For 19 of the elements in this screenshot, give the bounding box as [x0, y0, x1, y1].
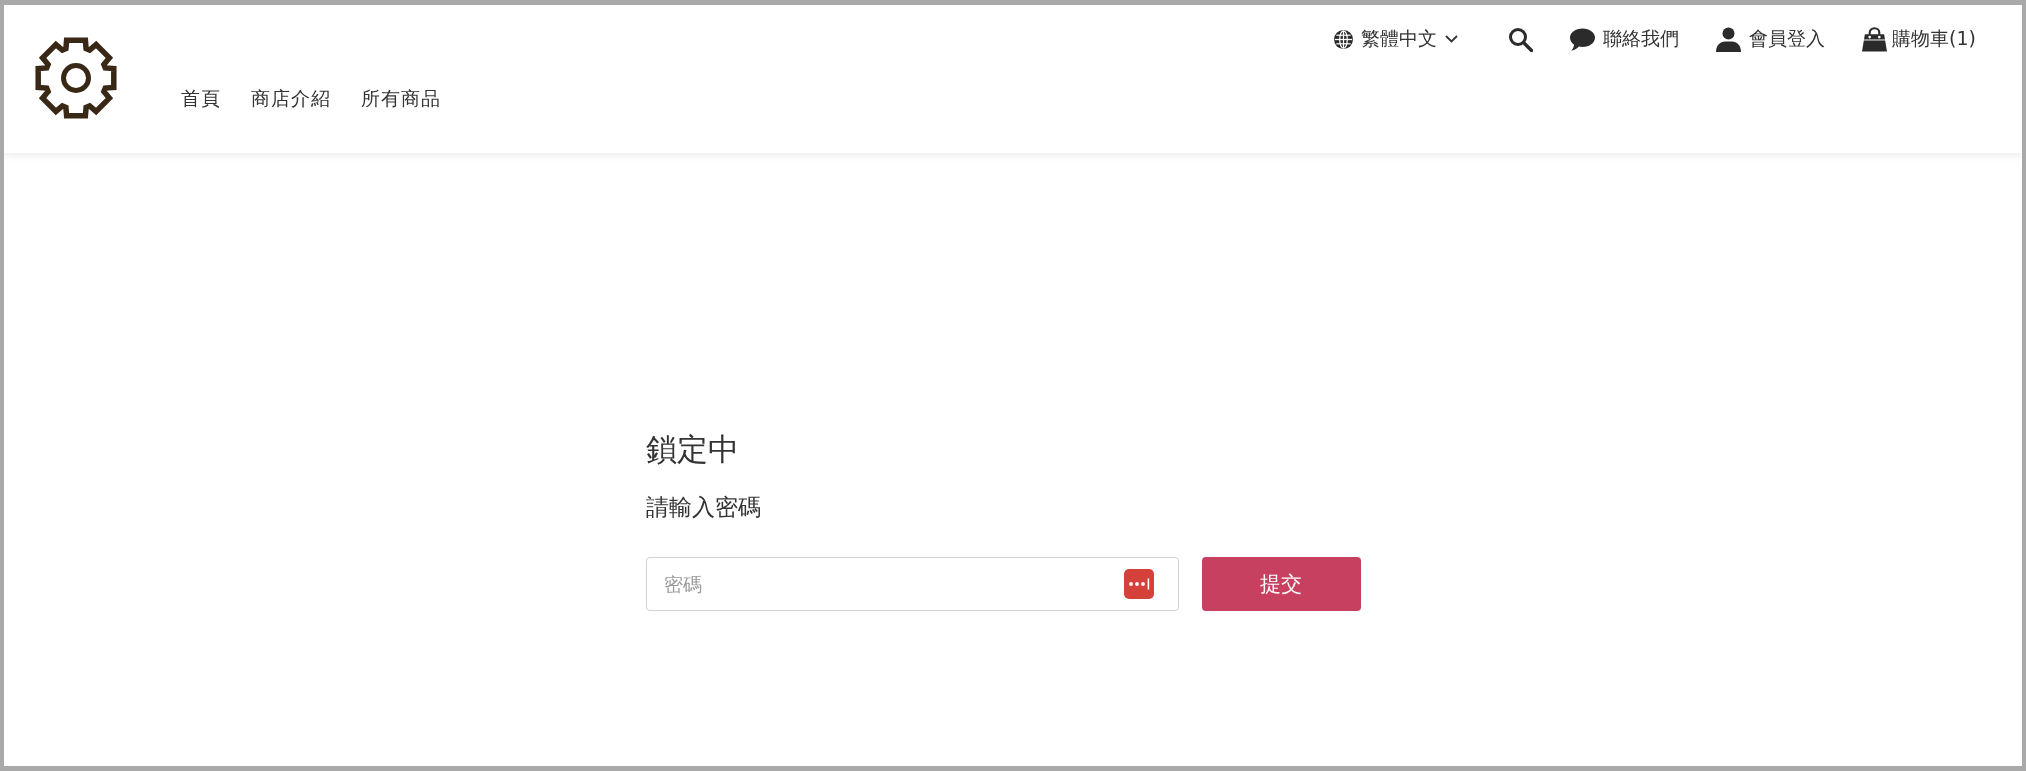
- speech-bubble-icon: [1570, 26, 1596, 52]
- submit-button[interactable]: 提交: [1201, 557, 1361, 611]
- password-field[interactable]: 密碼: [645, 557, 1179, 611]
- search-icon[interactable]: [1508, 26, 1534, 52]
- nav-link[interactable]: 商店介紹: [251, 86, 331, 112]
- chevron-down-icon: [1445, 35, 1459, 43]
- nav-link[interactable]: 首頁: [181, 86, 221, 112]
- cart-link[interactable]: 購物車(1): [1862, 26, 1976, 52]
- shopping-bag-icon: [1862, 26, 1888, 52]
- lock-title: 鎖定中: [645, 430, 739, 469]
- person-icon: [1716, 26, 1742, 52]
- nav-link[interactable]: 所有商品: [361, 86, 441, 112]
- gear-icon[interactable]: [33, 35, 119, 121]
- password-prompt: 請輸入密碼: [645, 493, 761, 522]
- login-link[interactable]: 會員登入: [1716, 26, 1826, 52]
- contact-link[interactable]: 聯絡我們: [1570, 26, 1680, 52]
- language-selector[interactable]: 繁體中文: [1334, 26, 1459, 52]
- password-dots-icon[interactable]: [1123, 569, 1154, 599]
- globe-icon: [1334, 29, 1354, 49]
